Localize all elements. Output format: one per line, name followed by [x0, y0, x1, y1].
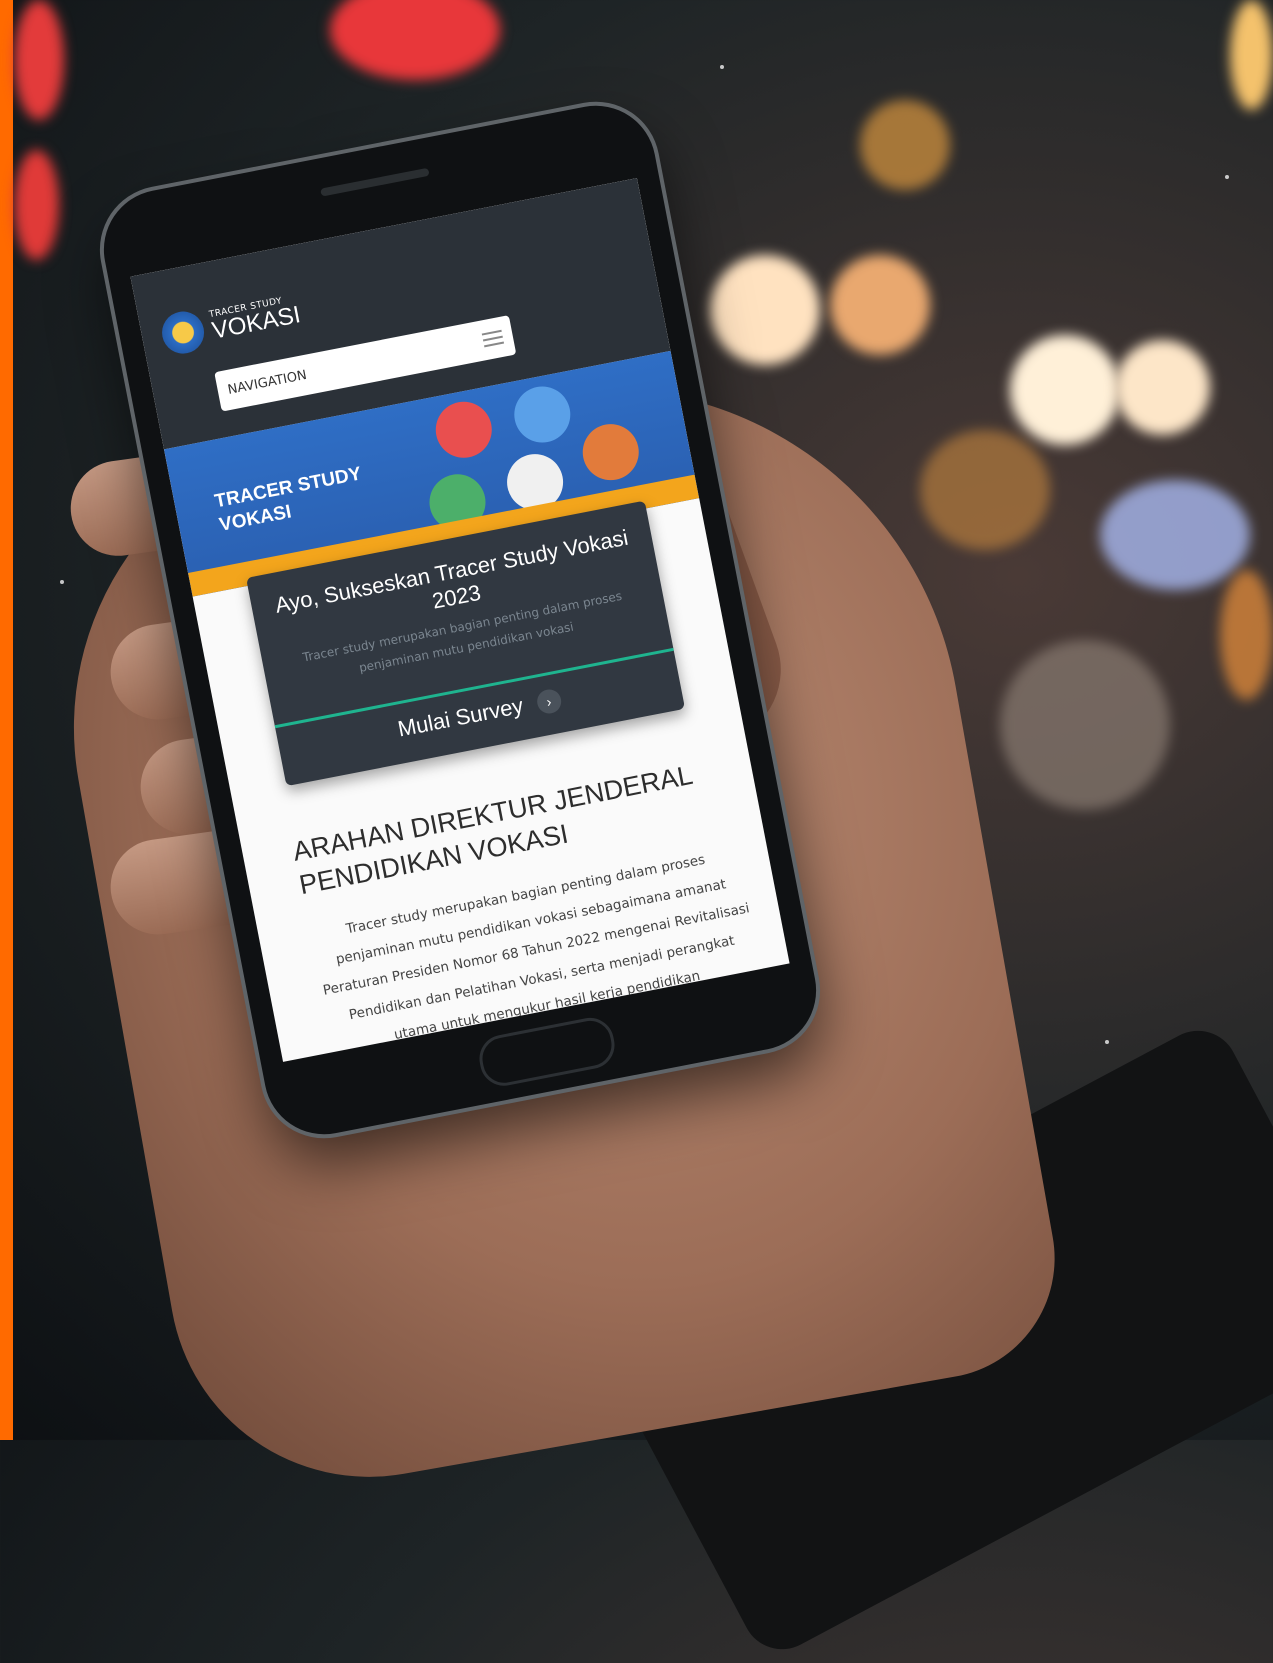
bokeh-light	[830, 255, 930, 355]
bokeh-light	[860, 100, 950, 190]
snow-speck	[720, 65, 724, 69]
bokeh-light	[920, 430, 1050, 550]
snow-speck	[60, 580, 64, 584]
bokeh-light	[710, 255, 820, 365]
banner-title: TRACER STUDY VOKASI	[213, 462, 368, 537]
bokeh-light	[14, 150, 59, 260]
chevron-right-icon: ›	[534, 687, 563, 716]
site-logo[interactable]: TRACER STUDY VOKASI	[158, 289, 303, 358]
navigation-label: NAVIGATION	[226, 367, 309, 398]
director-message-section: ARAHAN DIREKTUR JENDERAL PENDIDIKAN VOKA…	[290, 752, 766, 1061]
phone-home-button	[475, 1013, 619, 1090]
hamburger-menu-icon[interactable]	[481, 329, 505, 348]
bokeh-light	[14, 0, 64, 120]
logo-text: TRACER STUDY VOKASI	[208, 294, 302, 345]
bokeh-light	[1220, 570, 1273, 700]
snow-speck	[1225, 175, 1229, 179]
phone-speaker	[320, 167, 430, 197]
brand-accent-bar	[0, 0, 13, 1440]
bokeh-light	[1000, 640, 1170, 810]
bokeh-light	[1010, 335, 1120, 445]
bokeh-light	[1230, 0, 1273, 110]
bokeh-light	[1115, 340, 1210, 435]
bokeh-light	[330, 0, 500, 80]
ministry-emblem-icon	[158, 307, 208, 358]
illustration-avatar	[509, 381, 576, 448]
snow-speck	[1105, 1040, 1109, 1044]
bokeh-light	[1100, 480, 1250, 590]
illustration-avatar	[577, 419, 644, 485]
illustration-avatar	[430, 396, 497, 463]
